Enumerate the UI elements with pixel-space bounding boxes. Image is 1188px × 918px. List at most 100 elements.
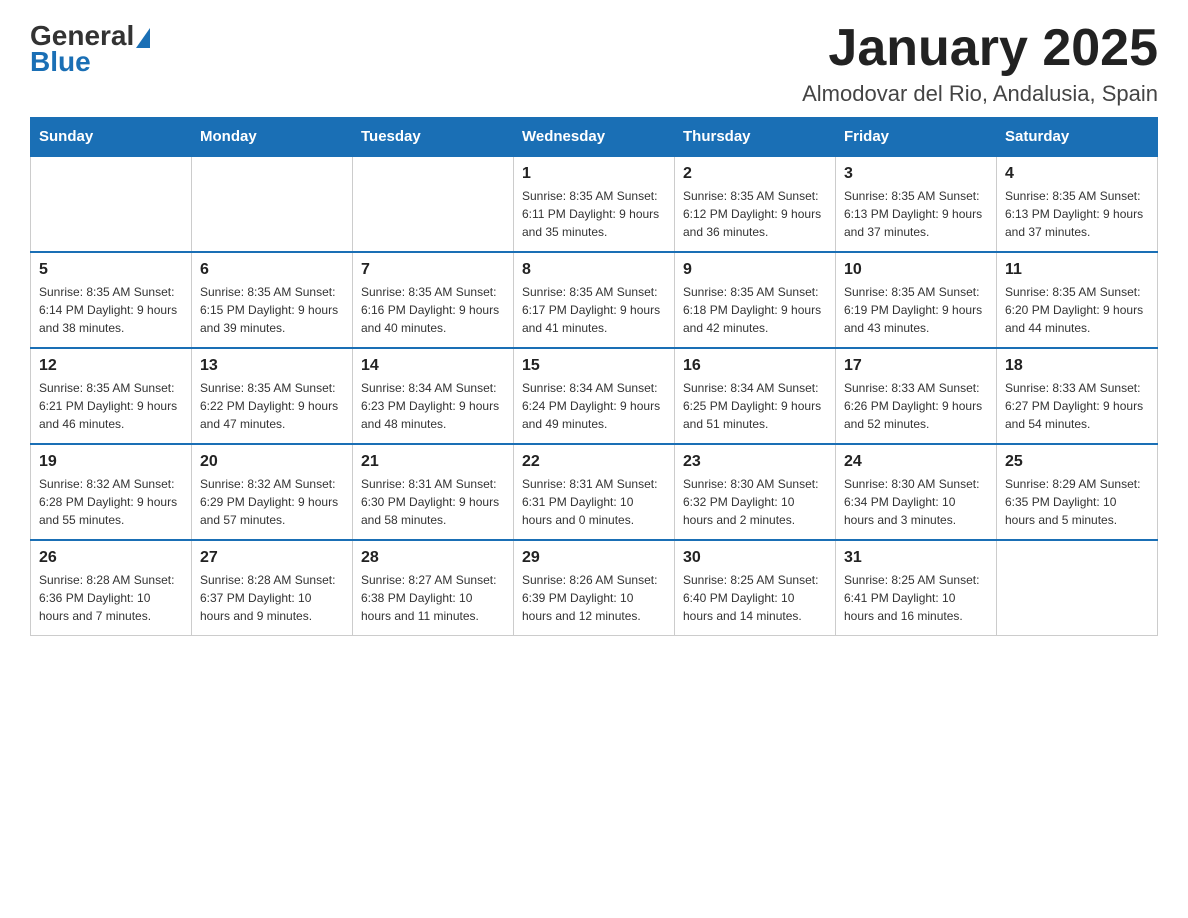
day-info: Sunrise: 8:25 AM Sunset: 6:40 PM Dayligh… <box>683 571 827 625</box>
calendar-day-4: 4 Sunrise: 8:35 AM Sunset: 6:13 PM Daylig… <box>997 156 1158 252</box>
calendar-subtitle: Almodovar del Rio, Andalusia, Spain <box>802 81 1158 107</box>
calendar-table: SundayMondayTuesdayWednesdayThursdayFrid… <box>30 117 1158 636</box>
calendar-day-14: 14Sunrise: 8:34 AM Sunset: 6:23 PM Dayli… <box>353 348 514 444</box>
day-header-sunday: Sunday <box>31 118 192 157</box>
logo: General Blue <box>30 20 150 78</box>
day-info: Sunrise: 8:33 AM Sunset: 6:26 PM Dayligh… <box>844 379 988 433</box>
day-number: 16 <box>683 357 827 375</box>
day-info: Sunrise: 8:33 AM Sunset: 6:27 PM Dayligh… <box>1005 379 1149 433</box>
calendar-week-row: 12 Sunrise: 8:35 AM Sunset: 6:21 PM Dayli… <box>31 348 1158 444</box>
calendar-day-26: 26 Sunrise: 8:28 AM Sunset: 6:36 PM Dayli… <box>31 540 192 636</box>
day-info: Sunrise: 8:35 AM Sunset: 6:18 PM Dayligh… <box>683 283 827 337</box>
calendar-day-2: 2 Sunrise: 8:35 AM Sunset: 6:12 PM Daylig… <box>675 156 836 252</box>
day-number: 12 <box>39 357 183 375</box>
day-number: 14 <box>361 357 505 375</box>
calendar-week-row: 1 Sunrise: 8:35 AM Sunset: 6:11 PM Daylig… <box>31 156 1158 252</box>
day-number: 24 <box>844 453 988 471</box>
calendar-week-row: 19Sunrise: 8:32 AM Sunset: 6:28 PM Dayli… <box>31 444 1158 540</box>
calendar-day-29: 29 Sunrise: 8:26 AM Sunset: 6:39 PM Dayli… <box>514 540 675 636</box>
day-number: 17 <box>844 357 988 375</box>
day-info: Sunrise: 8:35 AM Sunset: 6:22 PM Dayligh… <box>200 379 344 433</box>
day-number: 27 <box>200 549 344 567</box>
day-header-friday: Friday <box>836 118 997 157</box>
calendar-day-25: 25 Sunrise: 8:29 AM Sunset: 6:35 PM Dayli… <box>997 444 1158 540</box>
calendar-title: January 2025 <box>802 20 1158 77</box>
day-number: 29 <box>522 549 666 567</box>
calendar-day-10: 10 Sunrise: 8:35 AM Sunset: 6:19 PM Dayli… <box>836 252 997 348</box>
day-info: Sunrise: 8:28 AM Sunset: 6:36 PM Dayligh… <box>39 571 183 625</box>
calendar-day-11: 11 Sunrise: 8:35 AM Sunset: 6:20 PM Dayli… <box>997 252 1158 348</box>
day-header-monday: Monday <box>192 118 353 157</box>
day-info: Sunrise: 8:35 AM Sunset: 6:13 PM Dayligh… <box>1005 187 1149 241</box>
day-info: Sunrise: 8:35 AM Sunset: 6:11 PM Dayligh… <box>522 187 666 241</box>
day-number: 22 <box>522 453 666 471</box>
calendar-day-18: 18Sunrise: 8:33 AM Sunset: 6:27 PM Dayli… <box>997 348 1158 444</box>
day-info: Sunrise: 8:29 AM Sunset: 6:35 PM Dayligh… <box>1005 475 1149 529</box>
day-number: 8 <box>522 261 666 279</box>
day-header-wednesday: Wednesday <box>514 118 675 157</box>
calendar-day-8: 8 Sunrise: 8:35 AM Sunset: 6:17 PM Daylig… <box>514 252 675 348</box>
calendar-day-7: 7Sunrise: 8:35 AM Sunset: 6:16 PM Daylig… <box>353 252 514 348</box>
day-info: Sunrise: 8:27 AM Sunset: 6:38 PM Dayligh… <box>361 571 505 625</box>
day-info: Sunrise: 8:25 AM Sunset: 6:41 PM Dayligh… <box>844 571 988 625</box>
day-header-tuesday: Tuesday <box>353 118 514 157</box>
calendar-day-1: 1 Sunrise: 8:35 AM Sunset: 6:11 PM Daylig… <box>514 156 675 252</box>
day-number: 23 <box>683 453 827 471</box>
day-info: Sunrise: 8:31 AM Sunset: 6:30 PM Dayligh… <box>361 475 505 529</box>
day-number: 4 <box>1005 165 1149 183</box>
day-number: 21 <box>361 453 505 471</box>
day-number: 25 <box>1005 453 1149 471</box>
day-header-saturday: Saturday <box>997 118 1158 157</box>
calendar-day-12: 12 Sunrise: 8:35 AM Sunset: 6:21 PM Dayli… <box>31 348 192 444</box>
calendar-day-17: 17 Sunrise: 8:33 AM Sunset: 6:26 PM Dayli… <box>836 348 997 444</box>
calendar-week-row: 5Sunrise: 8:35 AM Sunset: 6:14 PM Daylig… <box>31 252 1158 348</box>
calendar-day-9: 9 Sunrise: 8:35 AM Sunset: 6:18 PM Daylig… <box>675 252 836 348</box>
day-info: Sunrise: 8:35 AM Sunset: 6:20 PM Dayligh… <box>1005 283 1149 337</box>
day-number: 26 <box>39 549 183 567</box>
calendar-day-23: 23 Sunrise: 8:30 AM Sunset: 6:32 PM Dayli… <box>675 444 836 540</box>
day-number: 20 <box>200 453 344 471</box>
page-header: General Blue January 2025 Almodovar del … <box>30 20 1158 107</box>
day-number: 1 <box>522 165 666 183</box>
day-info: Sunrise: 8:28 AM Sunset: 6:37 PM Dayligh… <box>200 571 344 625</box>
day-number: 15 <box>522 357 666 375</box>
day-info: Sunrise: 8:35 AM Sunset: 6:21 PM Dayligh… <box>39 379 183 433</box>
title-block: January 2025 Almodovar del Rio, Andalusi… <box>802 20 1158 107</box>
calendar-day-22: 22 Sunrise: 8:31 AM Sunset: 6:31 PM Dayli… <box>514 444 675 540</box>
day-info: Sunrise: 8:35 AM Sunset: 6:17 PM Dayligh… <box>522 283 666 337</box>
calendar-day-5: 5Sunrise: 8:35 AM Sunset: 6:14 PM Daylig… <box>31 252 192 348</box>
day-number: 10 <box>844 261 988 279</box>
calendar-empty-cell <box>31 156 192 252</box>
calendar-day-27: 27 Sunrise: 8:28 AM Sunset: 6:37 PM Dayli… <box>192 540 353 636</box>
day-info: Sunrise: 8:32 AM Sunset: 6:28 PM Dayligh… <box>39 475 183 529</box>
day-info: Sunrise: 8:34 AM Sunset: 6:24 PM Dayligh… <box>522 379 666 433</box>
calendar-empty-cell <box>192 156 353 252</box>
day-info: Sunrise: 8:31 AM Sunset: 6:31 PM Dayligh… <box>522 475 666 529</box>
day-number: 30 <box>683 549 827 567</box>
calendar-empty-cell <box>997 540 1158 636</box>
calendar-day-16: 16Sunrise: 8:34 AM Sunset: 6:25 PM Dayli… <box>675 348 836 444</box>
logo-triangle-icon <box>136 28 150 48</box>
day-info: Sunrise: 8:35 AM Sunset: 6:13 PM Dayligh… <box>844 187 988 241</box>
calendar-day-30: 30 Sunrise: 8:25 AM Sunset: 6:40 PM Dayli… <box>675 540 836 636</box>
day-number: 3 <box>844 165 988 183</box>
day-number: 28 <box>361 549 505 567</box>
day-number: 11 <box>1005 261 1149 279</box>
day-number: 13 <box>200 357 344 375</box>
day-number: 9 <box>683 261 827 279</box>
calendar-day-20: 20Sunrise: 8:32 AM Sunset: 6:29 PM Dayli… <box>192 444 353 540</box>
calendar-day-13: 13 Sunrise: 8:35 AM Sunset: 6:22 PM Dayli… <box>192 348 353 444</box>
day-info: Sunrise: 8:30 AM Sunset: 6:32 PM Dayligh… <box>683 475 827 529</box>
day-info: Sunrise: 8:35 AM Sunset: 6:16 PM Dayligh… <box>361 283 505 337</box>
day-number: 6 <box>200 261 344 279</box>
calendar-header-row: SundayMondayTuesdayWednesdayThursdayFrid… <box>31 118 1158 157</box>
day-info: Sunrise: 8:35 AM Sunset: 6:14 PM Dayligh… <box>39 283 183 337</box>
calendar-day-15: 15 Sunrise: 8:34 AM Sunset: 6:24 PM Dayli… <box>514 348 675 444</box>
day-info: Sunrise: 8:35 AM Sunset: 6:15 PM Dayligh… <box>200 283 344 337</box>
day-number: 2 <box>683 165 827 183</box>
day-info: Sunrise: 8:35 AM Sunset: 6:19 PM Dayligh… <box>844 283 988 337</box>
day-info: Sunrise: 8:26 AM Sunset: 6:39 PM Dayligh… <box>522 571 666 625</box>
day-info: Sunrise: 8:35 AM Sunset: 6:12 PM Dayligh… <box>683 187 827 241</box>
calendar-week-row: 26 Sunrise: 8:28 AM Sunset: 6:36 PM Dayli… <box>31 540 1158 636</box>
calendar-day-6: 6 Sunrise: 8:35 AM Sunset: 6:15 PM Daylig… <box>192 252 353 348</box>
